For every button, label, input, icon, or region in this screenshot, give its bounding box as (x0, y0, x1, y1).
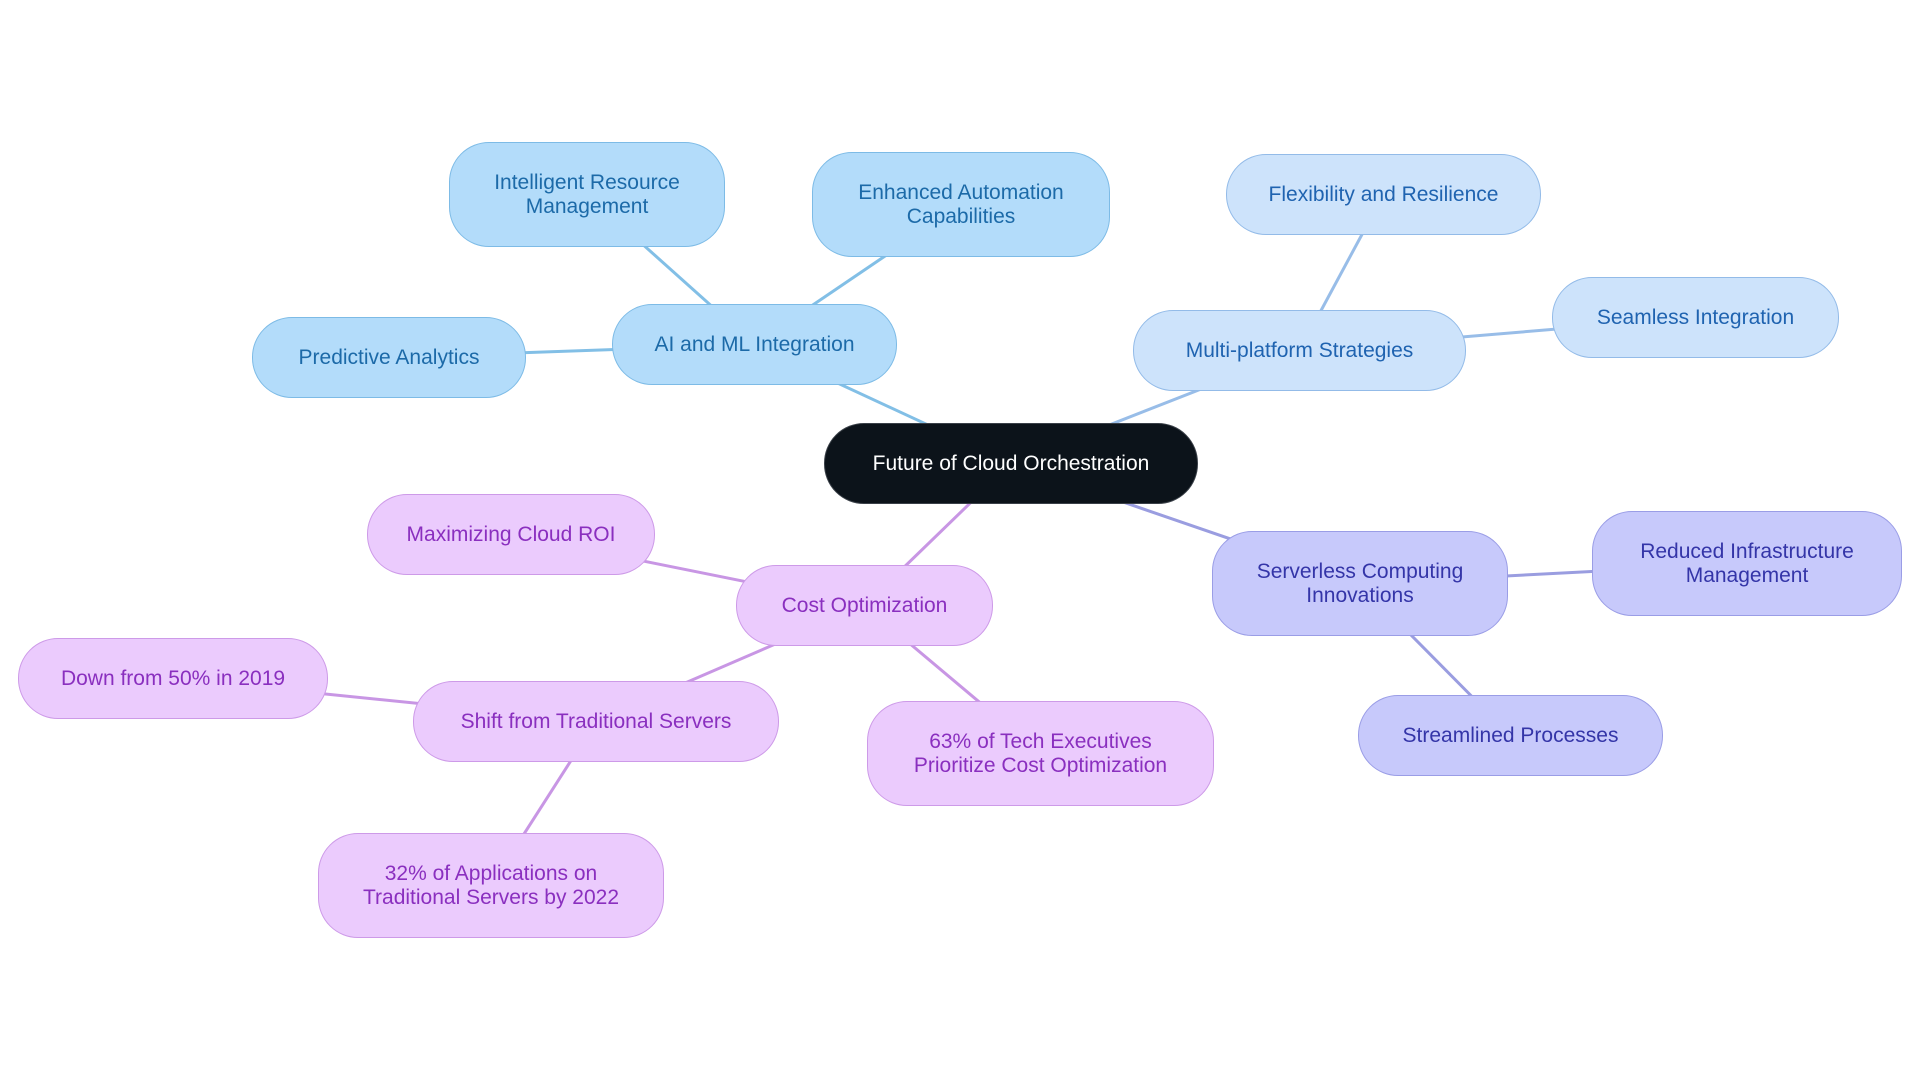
node-label: AI and ML Integration (654, 332, 855, 356)
node-label: 32% of Applications on Traditional Serve… (362, 861, 620, 909)
node-label: Reduced Infrastructure Management (1640, 539, 1854, 587)
node-label: Flexibility and Resilience (1268, 182, 1499, 206)
node-shift-from-traditional-servers[interactable]: Shift from Traditional Servers (413, 681, 779, 762)
node-ai-ml-integration[interactable]: AI and ML Integration (612, 304, 897, 385)
node-label: Serverless Computing Innovations (1256, 559, 1464, 607)
node-label: 63% of Tech Executives Prioritize Cost O… (913, 729, 1168, 777)
node-predictive-analytics[interactable]: Predictive Analytics (252, 317, 526, 398)
node-flexibility-and-resilience[interactable]: Flexibility and Resilience (1226, 154, 1541, 235)
node-label: Down from 50% in 2019 (60, 666, 286, 690)
node-63-percent-tech-executives[interactable]: 63% of Tech Executives Prioritize Cost O… (867, 701, 1214, 806)
node-32-percent-applications-2022[interactable]: 32% of Applications on Traditional Serve… (318, 833, 664, 938)
node-down-from-50-percent-2019[interactable]: Down from 50% in 2019 (18, 638, 328, 719)
node-enhanced-automation-capabilities[interactable]: Enhanced Automation Capabilities (812, 152, 1110, 257)
node-label: Intelligent Resource Management (494, 170, 680, 218)
node-label: Enhanced Automation Capabilities (858, 180, 1064, 228)
node-label: Shift from Traditional Servers (460, 709, 732, 733)
node-label: Streamlined Processes (1402, 723, 1619, 747)
node-maximizing-cloud-roi[interactable]: Maximizing Cloud ROI (367, 494, 655, 575)
node-intelligent-resource-management[interactable]: Intelligent Resource Management (449, 142, 725, 247)
node-label: Multi-platform Strategies (1185, 338, 1414, 362)
node-label: Future of Cloud Orchestration (872, 451, 1150, 475)
node-seamless-integration[interactable]: Seamless Integration (1552, 277, 1839, 358)
node-label: Seamless Integration (1596, 305, 1795, 329)
node-label: Cost Optimization (781, 593, 948, 617)
node-cost-optimization[interactable]: Cost Optimization (736, 565, 993, 646)
node-label: Maximizing Cloud ROI (406, 522, 616, 546)
node-streamlined-processes[interactable]: Streamlined Processes (1358, 695, 1663, 776)
node-reduced-infrastructure-management[interactable]: Reduced Infrastructure Management (1592, 511, 1902, 616)
node-label: Predictive Analytics (298, 345, 480, 369)
node-serverless-computing-innovations[interactable]: Serverless Computing Innovations (1212, 531, 1508, 636)
node-root[interactable]: Future of Cloud Orchestration (824, 423, 1198, 504)
node-multi-platform-strategies[interactable]: Multi-platform Strategies (1133, 310, 1466, 391)
